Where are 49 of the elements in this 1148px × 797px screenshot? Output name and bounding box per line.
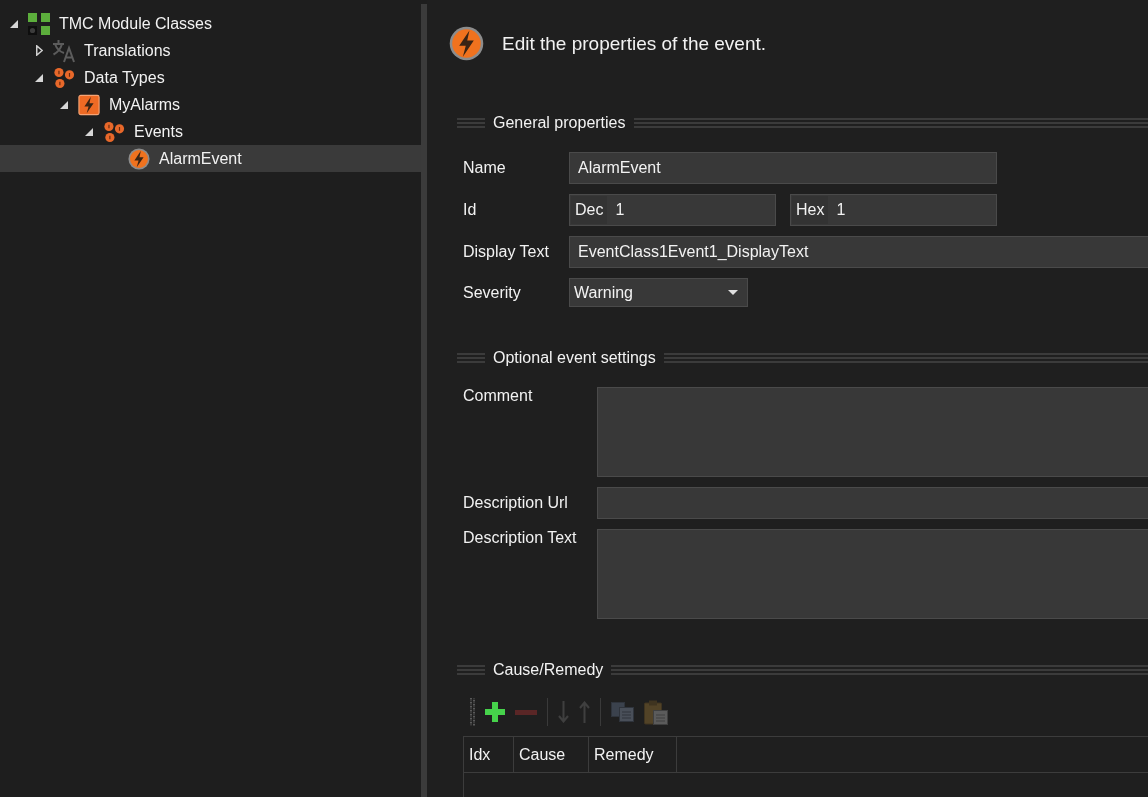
caret-icon[interactable] [60,100,68,109]
add-button[interactable] [485,700,505,724]
field-label: Description Text [463,529,578,547]
section-heading: Optional event settings [493,349,656,367]
field-label: Comment [463,387,534,405]
bolt-square-icon [78,93,100,116]
tree-item[interactable]: Translations [0,37,421,64]
circles-icon [53,66,75,89]
column-header[interactable]: Cause [514,737,589,772]
text-field[interactable]: AlarmEvent [569,152,997,184]
field-label: Display Text [463,243,550,261]
tree-item[interactable]: Data Types [0,64,421,91]
section-heading: General properties [493,114,626,132]
copy-icon [611,702,634,722]
caret-icon[interactable] [10,19,18,28]
column-header[interactable]: Idx [464,737,514,772]
squares-icon [27,11,51,36]
tree-item[interactable]: Events [0,118,421,145]
text-field[interactable] [597,487,1148,519]
caret-icon[interactable] [85,127,93,136]
page-title: Edit the properties of the event. [502,32,767,55]
grip-handle[interactable] [470,698,475,726]
field-label: Description Url [463,494,569,512]
translate-icon [52,38,76,63]
column-header[interactable]: Remedy [589,737,677,772]
caret-icon[interactable] [35,45,43,56]
minus-icon [515,709,537,715]
section-heading: Cause/Remedy [493,661,604,679]
clipboard-icon [644,699,668,725]
plus-icon [485,702,505,722]
text-area-field[interactable] [597,387,1148,477]
tree-item[interactable]: TMC Module Classes [0,10,421,37]
field-label: Id [463,201,478,219]
text-area-field[interactable] [597,529,1148,619]
number-field[interactable]: Dec 1 [569,194,776,226]
text-field[interactable]: EventClass1Event1_DisplayText [569,236,1148,268]
up-arrow-icon [579,701,590,723]
number-field[interactable]: Hex 1 [790,194,997,226]
caret-icon[interactable] [35,73,43,82]
bolt-circle-icon [128,147,150,170]
bolt-circle-icon [449,26,484,61]
field-label: Severity [463,283,522,302]
tree-item[interactable]: MyAlarms [0,91,421,118]
field-label: Name [463,159,507,177]
circles-icon [103,120,125,143]
caret-icon [728,290,738,295]
down-arrow-icon [558,701,569,723]
tree-item[interactable]: AlarmEvent [0,145,421,172]
dropdown[interactable]: Warning [569,278,748,307]
